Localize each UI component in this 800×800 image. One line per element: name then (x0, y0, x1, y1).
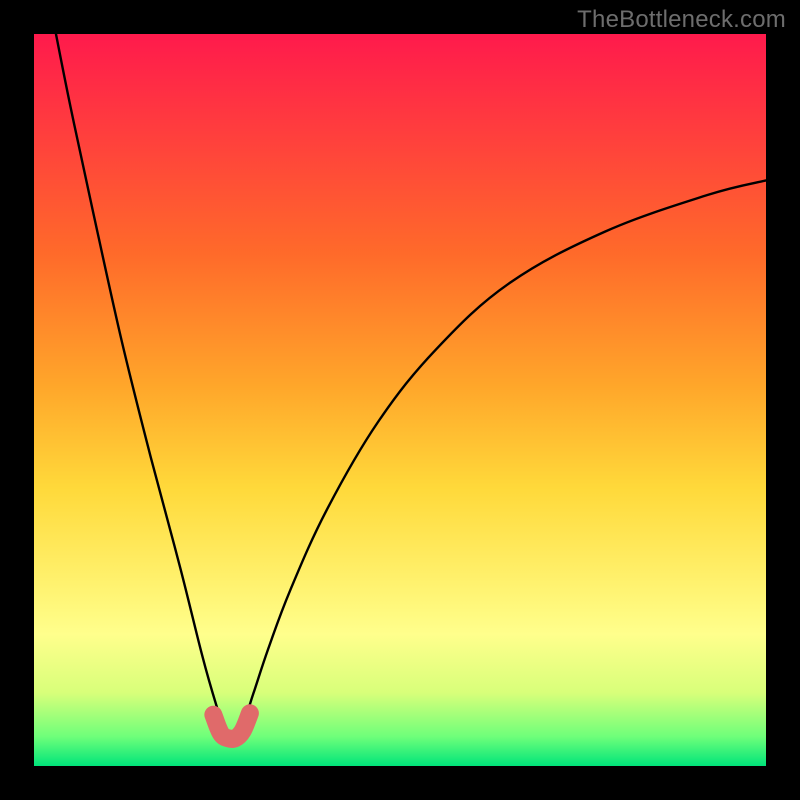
bottleneck-curve (56, 34, 766, 737)
highlight-segment (213, 713, 250, 739)
curve-layer (34, 34, 766, 766)
watermark-text: TheBottleneck.com (577, 6, 786, 34)
chart-frame: TheBottleneck.com (0, 0, 800, 800)
plot-area (34, 34, 766, 766)
